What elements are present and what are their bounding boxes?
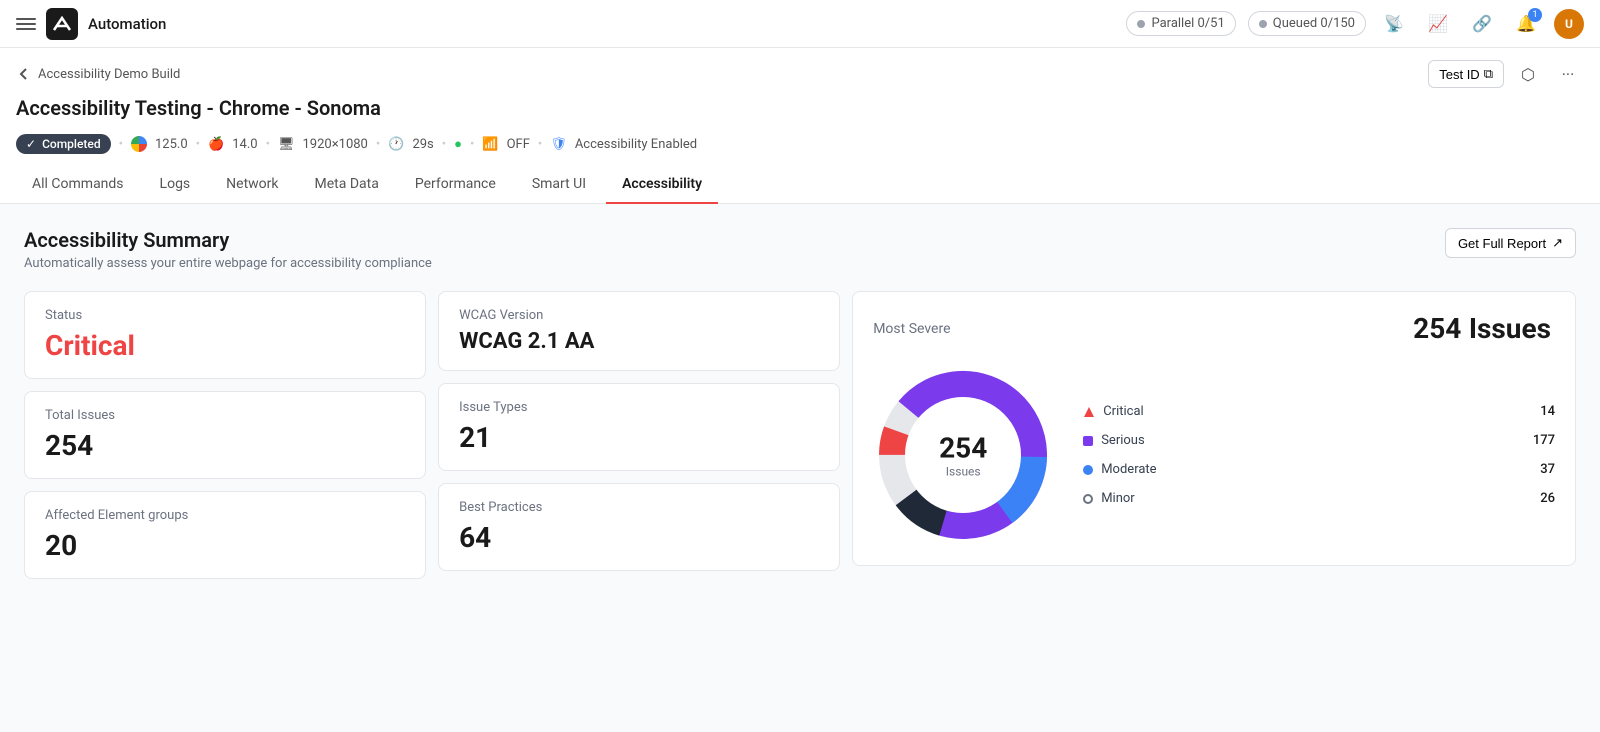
moderate-circle-icon bbox=[1083, 465, 1093, 475]
parallel-badge: Parallel 0/51 bbox=[1126, 11, 1235, 36]
left-cards: Status Critical Total Issues 254 Affecte… bbox=[24, 291, 426, 579]
cards-grid: Status Critical Total Issues 254 Affecte… bbox=[24, 291, 1576, 603]
summary-header: Accessibility Summary Automatically asse… bbox=[24, 228, 1576, 271]
clock-icon: 🕐 bbox=[388, 137, 404, 152]
chart-button[interactable]: 📈 bbox=[1422, 8, 1454, 40]
chart-legend: Critical 14 Serious 177 bbox=[1083, 404, 1555, 506]
total-issues-badge: 254 Issues bbox=[1413, 312, 1555, 345]
breadcrumb-actions: Test ID ⧉ ⬡ ··· bbox=[1428, 58, 1584, 90]
total-issues-card: Total Issues 254 bbox=[24, 391, 426, 479]
affected-groups-value: 20 bbox=[45, 529, 405, 562]
app-title: Automation bbox=[88, 15, 166, 33]
best-practices-value: 64 bbox=[459, 521, 819, 554]
wcag-label: WCAG Version bbox=[459, 308, 819, 323]
tab-smart-ui[interactable]: Smart UI bbox=[516, 166, 602, 204]
wcag-value: WCAG 2.1 AA bbox=[459, 329, 819, 354]
donut-content: 254 Issues Critical 14 bbox=[873, 365, 1555, 545]
breadcrumb-bar: Accessibility Demo Build Test ID ⧉ ⬡ ··· bbox=[0, 48, 1600, 94]
tab-bar: All Commands Logs Network Meta Data Perf… bbox=[0, 166, 1600, 204]
status-card: Status Critical bbox=[24, 291, 426, 379]
total-issues-value: 254 bbox=[45, 429, 405, 462]
legend-minor: Minor 26 bbox=[1083, 491, 1555, 506]
tab-logs[interactable]: Logs bbox=[144, 166, 207, 204]
queued-badge: Queued 0/150 bbox=[1248, 11, 1366, 36]
page-title: Accessibility Testing - Chrome - Sonoma bbox=[0, 94, 1600, 128]
wifi-icon: 📶 bbox=[482, 137, 498, 152]
issue-types-label: Issue Types bbox=[459, 400, 819, 415]
chrome-icon bbox=[131, 136, 147, 152]
nav-right: Parallel 0/51 Queued 0/150 📡 📈 🔗 🔔 1 U bbox=[1126, 8, 1584, 40]
user-avatar[interactable]: U bbox=[1554, 9, 1584, 39]
check-icon: ✓ bbox=[26, 137, 36, 151]
tab-meta-data[interactable]: Meta Data bbox=[299, 166, 395, 204]
issue-types-card: Issue Types 21 bbox=[438, 383, 840, 471]
summary-title-group: Accessibility Summary Automatically asse… bbox=[24, 228, 432, 271]
completed-badge: ✓ Completed bbox=[16, 134, 111, 154]
hamburger-button[interactable] bbox=[16, 14, 36, 34]
legend-critical: Critical 14 bbox=[1083, 404, 1555, 419]
broadcast-button[interactable]: 📡 bbox=[1378, 8, 1410, 40]
share-button[interactable]: ⬡ bbox=[1512, 58, 1544, 90]
tab-accessibility[interactable]: Accessibility bbox=[606, 166, 718, 204]
donut-header: Most Severe 254 Issues bbox=[873, 312, 1555, 345]
best-practices-card: Best Practices 64 bbox=[438, 483, 840, 571]
test-id-button[interactable]: Test ID ⧉ bbox=[1428, 60, 1504, 88]
donut-chart-card: Most Severe 254 Issues bbox=[852, 291, 1576, 566]
most-severe-label: Most Severe bbox=[873, 321, 950, 337]
tab-performance[interactable]: Performance bbox=[399, 166, 512, 204]
critical-triangle-icon bbox=[1083, 406, 1095, 418]
tab-all-commands[interactable]: All Commands bbox=[16, 166, 140, 204]
best-practices-label: Best Practices bbox=[459, 500, 819, 515]
screen-icon: 🖥 bbox=[278, 137, 295, 152]
issue-types-value: 21 bbox=[459, 421, 819, 454]
apple-icon: 🍎 bbox=[208, 137, 224, 152]
donut-chart: 254 Issues bbox=[873, 365, 1053, 545]
serious-square-icon bbox=[1083, 436, 1093, 446]
breadcrumb[interactable]: Accessibility Demo Build bbox=[16, 66, 180, 82]
minor-outline-icon bbox=[1083, 494, 1093, 504]
shield-icon: 🛡 bbox=[550, 137, 567, 152]
legend-moderate: Moderate 37 bbox=[1083, 462, 1555, 477]
notification-button[interactable]: 🔔 1 bbox=[1510, 8, 1542, 40]
status-bar: ✓ Completed • 125.0 • 🍎 14.0 • 🖥 1920×10… bbox=[0, 128, 1600, 166]
full-report-button[interactable]: Get Full Report ↗ bbox=[1445, 228, 1576, 258]
middle-cards: WCAG Version WCAG 2.1 AA Issue Types 21 … bbox=[438, 291, 840, 571]
summary-title: Accessibility Summary bbox=[24, 228, 432, 252]
affected-groups-card: Affected Element groups 20 bbox=[24, 491, 426, 579]
top-nav: Automation Parallel 0/51 Queued 0/150 📡 … bbox=[0, 0, 1600, 48]
more-options-button[interactable]: ··· bbox=[1552, 58, 1584, 90]
main-content: Accessibility Summary Automatically asse… bbox=[0, 204, 1600, 732]
legend-serious: Serious 177 bbox=[1083, 433, 1555, 448]
external-link-icon: ↗ bbox=[1552, 235, 1563, 251]
link-button[interactable]: 🔗 bbox=[1466, 8, 1498, 40]
copy-icon: ⧉ bbox=[1484, 66, 1493, 82]
status-card-value: Critical bbox=[45, 329, 405, 362]
green-status-icon: ● bbox=[454, 136, 462, 152]
donut-svg bbox=[873, 365, 1053, 545]
affected-groups-label: Affected Element groups bbox=[45, 508, 405, 523]
back-arrow-icon bbox=[16, 66, 32, 82]
app-logo bbox=[46, 8, 78, 40]
nav-left: Automation bbox=[16, 8, 166, 40]
total-issues-label: Total Issues bbox=[45, 408, 405, 423]
summary-subtitle: Automatically assess your entire webpage… bbox=[24, 256, 432, 271]
tab-network[interactable]: Network bbox=[210, 166, 294, 204]
wcag-card: WCAG Version WCAG 2.1 AA bbox=[438, 291, 840, 371]
status-card-label: Status bbox=[45, 308, 405, 323]
